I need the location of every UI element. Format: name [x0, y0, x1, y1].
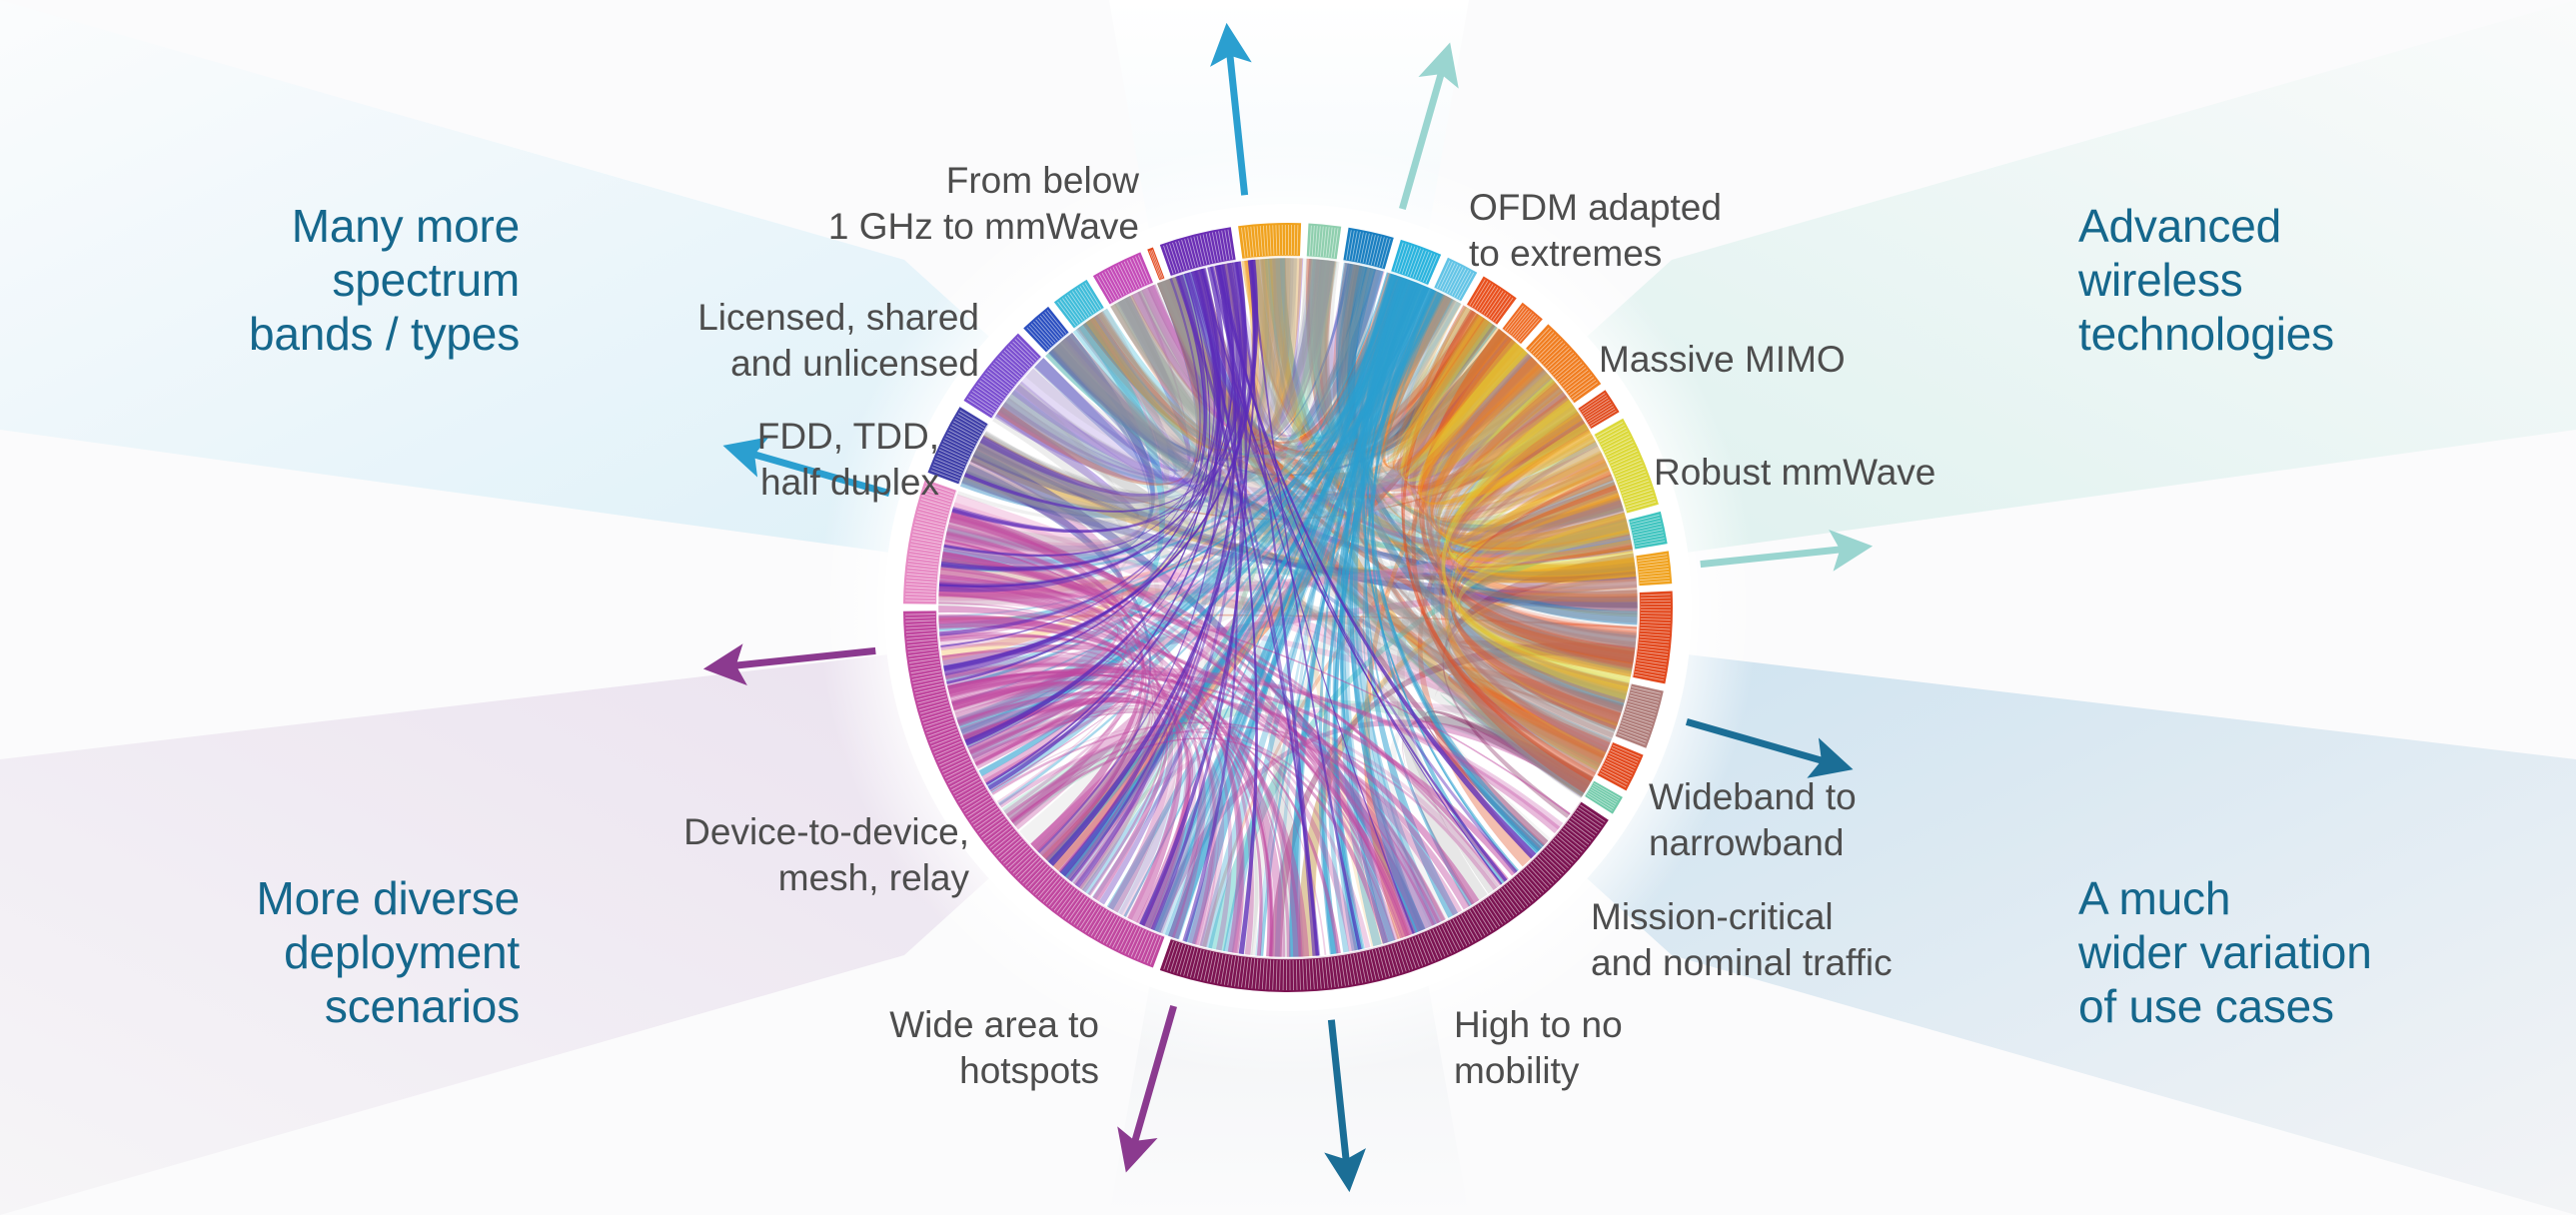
- arrow-s-left: [1117, 1004, 1177, 1173]
- label-licensed-shared: Licensed, shared and unlicensed: [697, 297, 979, 384]
- infographic-canvas: Many more spectrum bands / types Advance…: [0, 0, 2576, 1215]
- label-wide-area-hotspots: Wide area to hotspots: [889, 1004, 1099, 1091]
- arrow-n-right: [1399, 42, 1459, 211]
- arrow-w-lower: [702, 643, 876, 685]
- heading-wider-variation-use-cases: A much wider variation of use cases: [2078, 872, 2372, 1032]
- label-ofdm-adapted: OFDM adapted to extremes: [1469, 187, 1722, 274]
- label-massive-mimo: Massive MIMO: [1599, 339, 1846, 380]
- arrow-e-upper: [1700, 530, 1874, 572]
- arrow-s-right: [1324, 1019, 1366, 1193]
- arrow-e-lower: [1685, 718, 1854, 778]
- label-mission-critical: Mission-critical and nominal traffic: [1591, 896, 1893, 983]
- label-device-to-device: Device-to-device, mesh, relay: [683, 811, 969, 898]
- label-fdd-tdd-half-duplex: FDD, TDD, half duplex: [756, 416, 939, 503]
- arrow-n-left: [1210, 22, 1252, 196]
- label-from-below-1ghz: From below 1 GHz to mmWave: [827, 160, 1139, 247]
- label-robust-mmwave: Robust mmWave: [1654, 452, 1936, 493]
- label-high-to-no-mobility: High to no mobility: [1454, 1004, 1623, 1091]
- label-wideband-narrowband: Wideband to narrowband: [1649, 776, 1857, 863]
- heading-many-more-spectrum: Many more spectrum bands / types: [248, 200, 520, 360]
- heading-more-diverse-deployment: More diverse deployment scenarios: [256, 872, 521, 1032]
- heading-advanced-wireless: Advanced wireless technologies: [2078, 200, 2334, 360]
